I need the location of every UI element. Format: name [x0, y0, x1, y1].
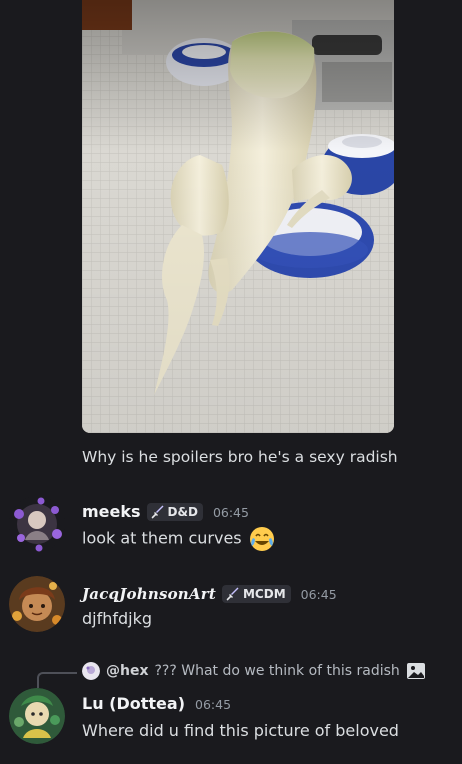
reply-spine: [37, 672, 77, 688]
message-content: look at them curves: [82, 528, 242, 548]
tag-label: D&D: [167, 505, 198, 519]
message-content: djfhfdjkg: [82, 609, 153, 628]
timestamp: 06:45: [300, 586, 337, 602]
tag-label: MCDM: [242, 587, 286, 601]
joy-emoji-icon: [249, 527, 274, 551]
sword-icon: [226, 587, 239, 601]
reply-text: ??? What do we think of this radish: [154, 663, 400, 679]
image-icon: [406, 663, 425, 679]
chat-log: Why is he spoilers bro he's a sexy radis…: [0, 0, 462, 764]
image-attachment[interactable]: [82, 0, 394, 433]
message-text: Where did u find this picture of beloved: [82, 720, 399, 742]
message-header: JacqJohnsonArt MCDM 06:45: [82, 584, 337, 604]
attachment-caption: Why is he spoilers bro he's a sexy radis…: [82, 448, 398, 466]
radish-photo: [82, 0, 394, 433]
username[interactable]: meeks: [82, 502, 141, 522]
sword-icon: [151, 505, 164, 519]
avatar[interactable]: [9, 576, 65, 632]
username[interactable]: Lu (Dottea): [82, 694, 185, 714]
message-header: Lu (Dottea) 06:45: [82, 694, 231, 714]
timestamp: 06:45: [212, 504, 249, 520]
message-content: Where did u find this picture of beloved: [82, 721, 399, 740]
timestamp: 06:45: [195, 696, 232, 712]
reply-avatar: [82, 662, 100, 680]
avatar[interactable]: [9, 496, 65, 552]
reply-preview[interactable]: @hex ??? What do we think of this radish: [82, 661, 426, 681]
reply-username[interactable]: @hex: [106, 663, 149, 679]
message-text: look at them curves: [82, 526, 275, 552]
username[interactable]: JacqJohnsonArt: [82, 584, 216, 604]
message-header: meeks D&D 06:45: [82, 502, 249, 522]
avatar[interactable]: [9, 688, 65, 744]
message-text: djfhfdjkg: [82, 608, 152, 630]
server-tag[interactable]: MCDM: [221, 585, 291, 603]
server-tag[interactable]: D&D: [146, 503, 203, 521]
